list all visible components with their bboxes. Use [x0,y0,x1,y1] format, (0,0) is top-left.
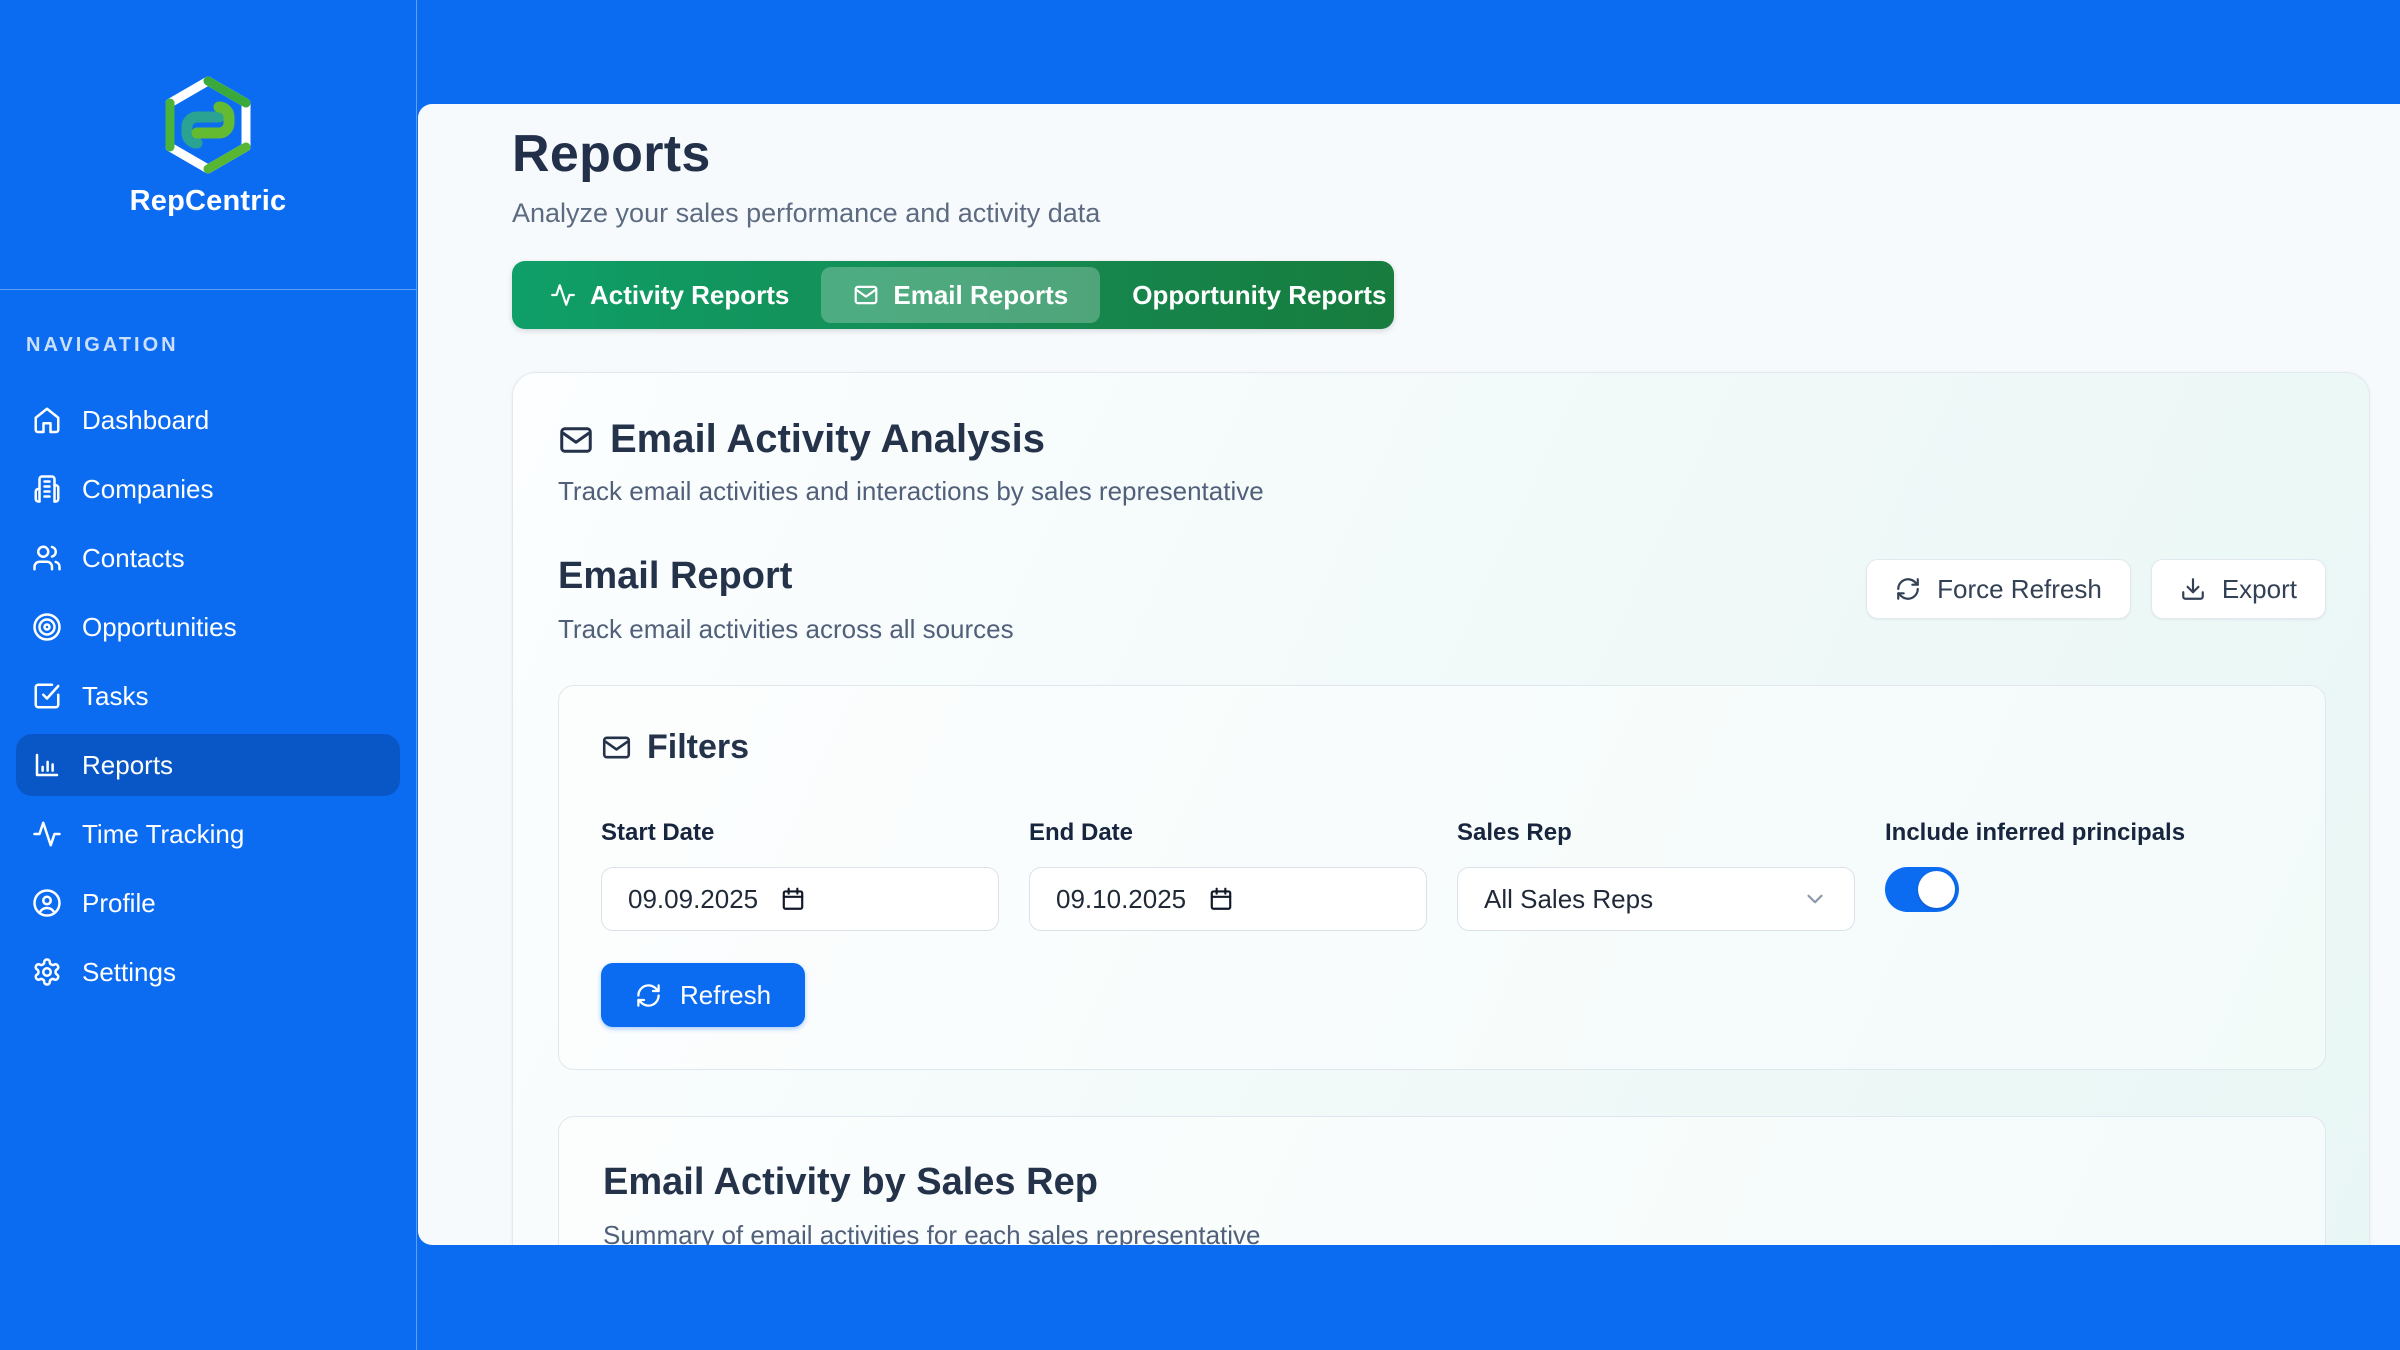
analysis-subtitle: Track email activities and interactions … [558,476,2326,507]
end-date-input[interactable]: 09.10.2025 [1029,867,1427,931]
start-date-label: Start Date [601,819,999,847]
export-label: Export [2222,574,2297,605]
force-refresh-button[interactable]: Force Refresh [1866,559,2131,619]
bar-chart-icon [32,750,62,780]
filters-title: Filters [647,728,749,767]
home-icon [32,405,62,435]
tab-label: Email Reports [893,280,1068,311]
sidebar-item-label: Dashboard [82,405,209,436]
sidebar-item-label: Settings [82,957,176,988]
rep-card-title: Email Activity by Sales Rep [603,1161,2281,1204]
inferred-principals-label: Include inferred principals [1885,819,2283,847]
start-date-value: 09.09.2025 [628,884,758,915]
inferred-principals-field: Include inferred principals [1885,819,2283,931]
user-circle-icon [32,888,62,918]
export-button[interactable]: Export [2151,559,2326,619]
sidebar-item-label: Reports [82,750,173,781]
refresh-icon [1895,576,1921,602]
refresh-button[interactable]: Refresh [601,963,805,1027]
start-date-input[interactable]: 09.09.2025 [601,867,999,931]
sidebar: RepCentric NAVIGATION Dashboard Companie… [0,0,417,1350]
mail-icon [558,422,594,458]
email-report-header-row: Email Report Track email activities acro… [558,555,2326,645]
sidebar-item-label: Opportunities [82,612,237,643]
gear-icon [32,957,62,987]
filters-header: Filters [601,728,2283,767]
brand-name: RepCentric [130,185,287,218]
sidebar-item-label: Contacts [82,543,185,574]
sidebar-item-dashboard[interactable]: Dashboard [16,389,400,451]
sales-rep-field: Sales Rep All Sales Reps [1457,819,1855,931]
sidebar-item-tasks[interactable]: Tasks [16,665,400,727]
tab-email-reports[interactable]: Email Reports [821,267,1100,323]
toggle-knob [1918,871,1955,908]
sales-rep-label: Sales Rep [1457,819,1855,847]
app-root: RepCentric NAVIGATION Dashboard Companie… [0,0,2400,1350]
tab-label: Activity Reports [590,280,789,311]
sidebar-item-companies[interactable]: Companies [16,458,400,520]
rep-card-subtitle: Summary of email activities for each sal… [603,1220,2281,1245]
end-date-value: 09.10.2025 [1056,884,1186,915]
tab-opportunity-reports[interactable]: Opportunity Reports [1100,267,1418,323]
refresh-icon [635,982,662,1009]
refresh-label: Refresh [680,980,771,1011]
force-refresh-label: Force Refresh [1937,574,2102,605]
include-inferred-toggle[interactable] [1885,867,1959,912]
calendar-icon[interactable] [1208,886,1234,912]
email-activity-analysis-card: Email Activity Analysis Track email acti… [512,372,2370,1245]
report-actions: Force Refresh Export [1866,559,2326,619]
download-icon [2180,576,2206,602]
sidebar-nav: NAVIGATION Dashboard Companies Contacts … [0,290,416,1003]
sidebar-item-contacts[interactable]: Contacts [16,527,400,589]
tab-activity-reports[interactable]: Activity Reports [518,267,821,323]
activity-icon [550,282,576,308]
analysis-title: Email Activity Analysis [610,417,1045,462]
nav-section-label: NAVIGATION [26,334,400,357]
mail-icon [601,732,632,763]
sidebar-item-profile[interactable]: Profile [16,872,400,934]
brand-logo-block: RepCentric [0,0,416,290]
sidebar-item-opportunities[interactable]: Opportunities [16,596,400,658]
sidebar-item-settings[interactable]: Settings [16,941,400,1003]
users-icon [32,543,62,573]
sidebar-item-time-tracking[interactable]: Time Tracking [16,803,400,865]
sales-rep-select[interactable]: All Sales Reps [1457,867,1855,931]
end-date-label: End Date [1029,819,1427,847]
sidebar-item-label: Time Tracking [82,819,244,850]
check-square-icon [32,681,62,711]
tab-label: Opportunity Reports [1132,280,1386,311]
page-subtitle: Analyze your sales performance and activ… [512,198,2370,229]
filters-card: Filters Start Date 09.09.2025 End Date 0… [558,685,2326,1070]
email-activity-by-rep-card: Email Activity by Sales Rep Summary of e… [558,1116,2326,1245]
email-report-heading-block: Email Report Track email activities acro… [558,555,1014,645]
repcentric-logo-icon [158,75,258,175]
page-title: Reports [512,124,2370,184]
main-panel: Reports Analyze your sales performance a… [418,104,2400,1245]
email-report-subtitle: Track email activities across all source… [558,614,1014,645]
start-date-field: Start Date 09.09.2025 [601,819,999,931]
sales-rep-value: All Sales Reps [1484,884,1653,915]
chevron-down-icon [1802,886,1828,912]
calendar-icon[interactable] [780,886,806,912]
sidebar-item-reports[interactable]: Reports [16,734,400,796]
sidebar-item-label: Profile [82,888,156,919]
activity-icon [32,819,62,849]
mail-icon [853,282,879,308]
filters-grid: Start Date 09.09.2025 End Date 09.10.202… [601,819,2283,931]
building-icon [32,474,62,504]
end-date-field: End Date 09.10.2025 [1029,819,1427,931]
report-tabs: Activity Reports Email Reports Opportuni… [512,261,1394,329]
target-icon [32,612,62,642]
email-report-title: Email Report [558,555,1014,598]
sidebar-item-label: Companies [82,474,214,505]
analysis-card-header: Email Activity Analysis [558,417,2326,462]
sidebar-item-label: Tasks [82,681,148,712]
